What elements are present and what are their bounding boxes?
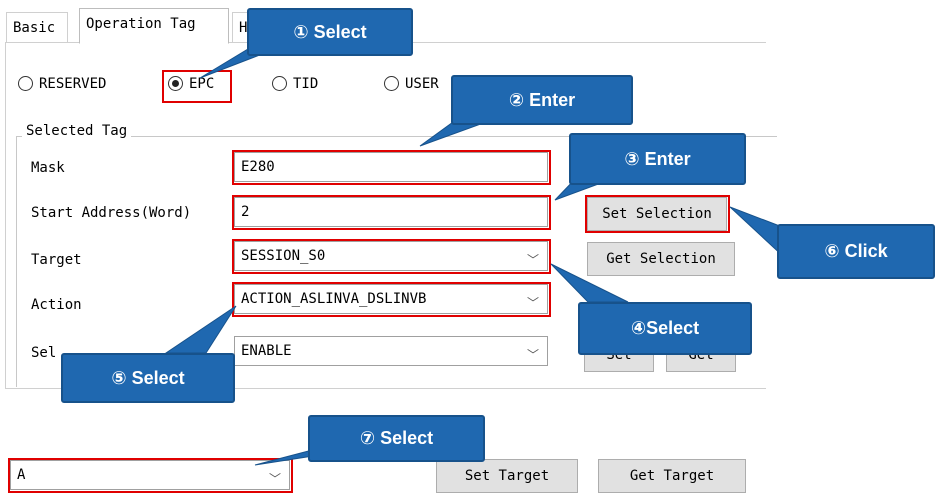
start-address-input[interactable]: 2 (234, 197, 548, 227)
query-target-value: A (17, 467, 26, 483)
select-enable-select[interactable]: ENABLE ﹀ (234, 336, 548, 366)
callout-5-select: ⑤ Select (61, 353, 235, 403)
callout-7-select: ⑦ Select (308, 415, 485, 462)
start-address-label: Start Address(Word) (31, 205, 192, 221)
radio-user[interactable]: USER (384, 72, 439, 96)
select-enable-label: Sel (31, 345, 57, 361)
query-target-select[interactable]: A ﹀ (10, 460, 290, 490)
callout-4-select: ④Select (578, 302, 752, 355)
radio-unchecked-icon (384, 75, 399, 91)
target-label: Target (31, 252, 82, 268)
mask-value: E280 (241, 159, 275, 175)
radio-tid[interactable]: TID (272, 72, 318, 96)
radio-label: EPC (189, 76, 215, 92)
chevron-down-icon: ﹀ (526, 348, 539, 362)
tab-operation-tag[interactable]: Operation Tag (79, 8, 229, 44)
tab-label: Basic (13, 20, 56, 36)
get-target-button[interactable]: Get Target (598, 459, 746, 493)
target-select[interactable]: SESSION_S0 ﹀ (234, 241, 548, 271)
chevron-down-icon: ﹀ (526, 296, 539, 310)
chevron-down-icon: ﹀ (268, 472, 281, 486)
radio-label: USER (405, 76, 439, 92)
callout-2-enter: ② Enter (451, 75, 633, 125)
callout-3-enter: ③ Enter (569, 133, 746, 185)
radio-epc[interactable]: EPC (168, 72, 214, 96)
select-enable-value: ENABLE (241, 343, 292, 359)
callout-6-click: ⑥ Click (777, 224, 935, 279)
radio-label: RESERVED (39, 76, 107, 92)
get-selection-button[interactable]: Get Selection (587, 242, 735, 276)
action-label: Action (31, 297, 82, 313)
radio-checked-icon (168, 75, 183, 91)
radio-reserved[interactable]: RESERVED (18, 72, 106, 96)
radio-unchecked-icon (18, 75, 33, 91)
start-address-value: 2 (241, 204, 250, 220)
callout-1-select: ① Select (247, 8, 413, 56)
radio-unchecked-icon (272, 75, 287, 91)
set-selection-button[interactable]: Set Selection (587, 197, 727, 231)
set-target-button[interactable]: Set Target (436, 459, 578, 493)
mask-label: Mask (31, 160, 65, 176)
chevron-down-icon: ﹀ (526, 253, 539, 267)
action-value: ACTION_ASLINVA_DSLINVB (241, 291, 427, 307)
tab-basic[interactable]: Basic (6, 12, 68, 42)
action-select[interactable]: ACTION_ASLINVA_DSLINVB ﹀ (234, 284, 548, 314)
group-title: Selected Tag (22, 123, 132, 139)
radio-label: TID (293, 76, 319, 92)
mask-input[interactable]: E280 (234, 152, 548, 182)
tab-label: Operation Tag (86, 16, 196, 32)
target-value: SESSION_S0 (241, 248, 326, 264)
